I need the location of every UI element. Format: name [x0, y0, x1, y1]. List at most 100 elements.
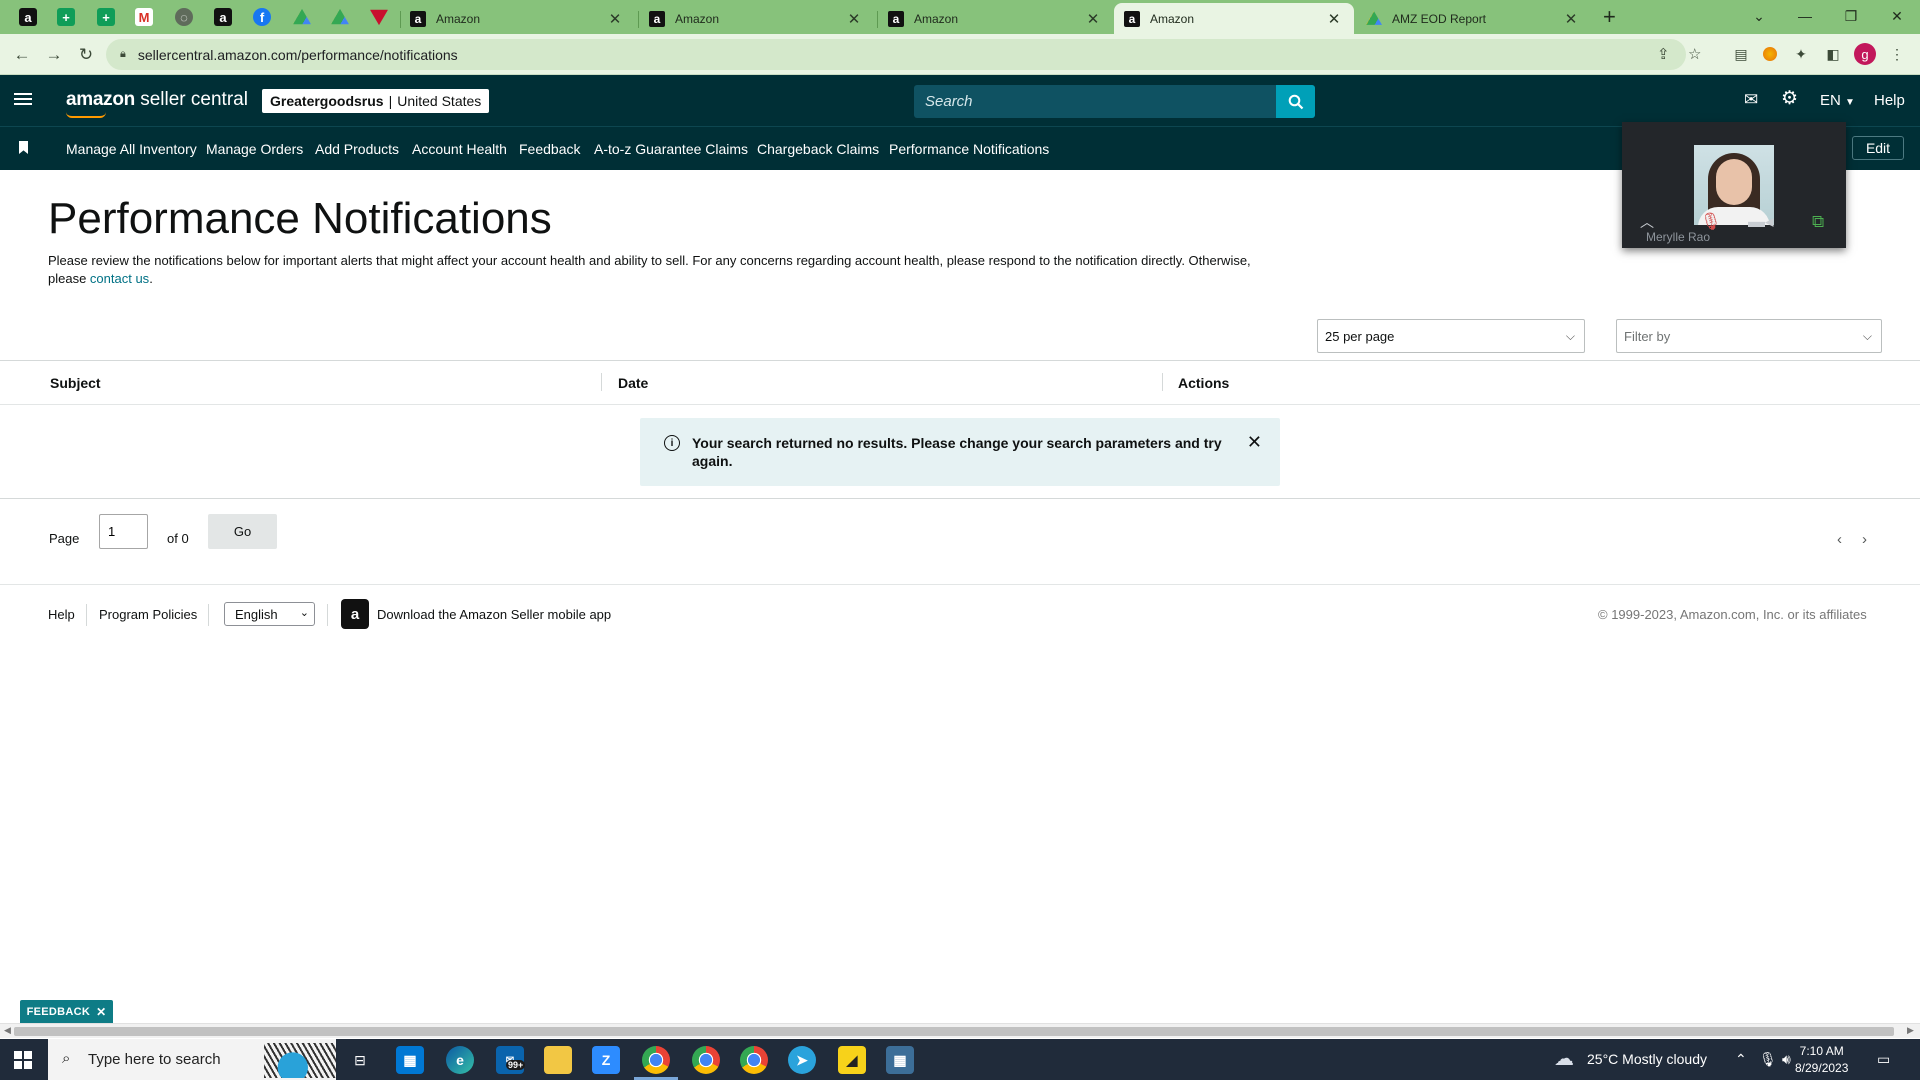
tab-amz-eod-report[interactable]: AMZ EOD Report ✕: [1356, 3, 1591, 34]
mail-icon[interactable]: ✉: [1744, 90, 1758, 110]
hamburger-menu-icon[interactable]: [14, 90, 32, 108]
close-icon[interactable]: ✕: [96, 1005, 106, 1019]
pinned-tab-generic[interactable]: ◌: [168, 4, 200, 30]
video-call-overlay[interactable]: ︿ 🎙︎ ▬◂ ⧉ Merylle Rao: [1622, 122, 1846, 248]
tab-amazon-2[interactable]: a Amazon ✕: [639, 3, 874, 34]
reload-button[interactable]: ↻: [72, 41, 100, 69]
nav-account-health[interactable]: Account Health: [412, 141, 507, 157]
chrome-profile-2-icon[interactable]: [740, 1046, 768, 1074]
tab-search-chevron-icon[interactable]: ⌄: [1736, 0, 1782, 32]
page-number-input[interactable]: [99, 514, 148, 549]
close-icon[interactable]: ✕: [1326, 10, 1342, 28]
nav-chargeback-claims[interactable]: Chargeback Claims: [757, 141, 879, 157]
go-button[interactable]: Go: [208, 514, 277, 549]
profile-avatar[interactable]: g: [1854, 43, 1876, 65]
close-icon[interactable]: ✕: [1247, 432, 1262, 453]
new-tab-button[interactable]: +: [1603, 4, 1616, 30]
back-button[interactable]: ←: [8, 41, 36, 69]
calculator-icon[interactable]: ▦: [886, 1046, 914, 1074]
language-selector[interactable]: EN ▼: [1820, 92, 1855, 109]
forward-button[interactable]: →: [40, 41, 68, 69]
extension-off-icon[interactable]: ▤: [1730, 43, 1752, 65]
store-selector[interactable]: Greatergoodsrus | United States: [262, 89, 490, 113]
column-header-date[interactable]: Date: [618, 375, 648, 391]
share-icon[interactable]: ⇪: [1657, 45, 1670, 63]
chevron-left-icon[interactable]: ‹: [1837, 531, 1842, 548]
close-icon[interactable]: ✕: [846, 10, 862, 28]
program-policies-link[interactable]: Program Policies: [99, 607, 197, 622]
pinned-tab-sheets-2[interactable]: +: [90, 4, 122, 30]
pinned-tab-amazon[interactable]: a: [12, 4, 44, 30]
minimize-button[interactable]: —: [1782, 0, 1828, 32]
chrome-profile-icon[interactable]: [692, 1046, 720, 1074]
close-icon[interactable]: ✕: [1085, 10, 1101, 28]
sticky-notes-icon[interactable]: ◢: [838, 1046, 866, 1074]
chevron-up-icon[interactable]: ⌃: [1735, 1051, 1747, 1068]
telegram-icon[interactable]: ➤: [788, 1046, 816, 1074]
pinned-tab-drive[interactable]: [286, 4, 318, 30]
zoom-icon[interactable]: Z: [592, 1046, 620, 1074]
search-button[interactable]: [1276, 85, 1315, 118]
taskbar-search[interactable]: ⌕ Type here to search: [48, 1039, 336, 1080]
footer-help-link[interactable]: Help: [48, 607, 75, 622]
nav-performance-notifications[interactable]: Performance Notifications: [889, 141, 1049, 157]
mail-app-icon[interactable]: ✉ 99+: [496, 1046, 526, 1074]
scroll-right-icon[interactable]: ▶: [1907, 1025, 1914, 1036]
download-app-link[interactable]: Download the Amazon Seller mobile app: [377, 607, 611, 622]
global-search[interactable]: Search: [914, 85, 1315, 118]
chrome-icon[interactable]: [642, 1046, 670, 1074]
maximize-button[interactable]: ❐: [1828, 0, 1874, 32]
feedback-tab[interactable]: FEEDBACK ✕: [20, 1000, 113, 1024]
close-icon[interactable]: ✕: [1563, 10, 1579, 28]
microphone-icon[interactable]: 🎙︎: [1759, 1051, 1777, 1068]
filter-select[interactable]: Filter by ⌵: [1616, 319, 1882, 353]
edge-icon[interactable]: e: [446, 1046, 474, 1074]
close-icon[interactable]: ✕: [607, 10, 623, 28]
weather-text[interactable]: 25°C Mostly cloudy: [1587, 1051, 1707, 1067]
address-bar[interactable]: 🔒︎ sellercentral.amazon.com/performance/…: [106, 39, 1686, 70]
microsoft-store-icon[interactable]: ▦: [396, 1046, 424, 1074]
per-page-select[interactable]: 25 per page ⌵: [1317, 319, 1585, 353]
puzzle-icon[interactable]: ✦: [1790, 43, 1812, 65]
column-header-subject[interactable]: Subject: [50, 375, 101, 391]
scrollbar-thumb[interactable]: [14, 1027, 1894, 1036]
tab-amazon-active[interactable]: a Amazon ✕: [1114, 3, 1354, 34]
clock[interactable]: 7:10 AM 8/29/2023: [1795, 1043, 1848, 1077]
nav-feedback[interactable]: Feedback: [519, 141, 580, 157]
pinned-tab-facebook[interactable]: f: [246, 4, 278, 30]
nav-add-products[interactable]: Add Products: [315, 141, 399, 157]
scroll-left-icon[interactable]: ◀: [4, 1025, 11, 1036]
popout-icon[interactable]: ⧉: [1812, 212, 1824, 232]
help-link[interactable]: Help: [1874, 92, 1905, 109]
pinned-tab-vivaldi[interactable]: [363, 4, 395, 30]
nav-manage-orders[interactable]: Manage Orders: [206, 141, 303, 157]
pinned-tab-gmail[interactable]: M: [128, 4, 160, 30]
file-explorer-icon[interactable]: [544, 1046, 572, 1074]
side-panel-icon[interactable]: ◧: [1822, 43, 1844, 65]
more-menu-icon[interactable]: ⋮: [1886, 43, 1908, 65]
windows-start-icon[interactable]: [14, 1051, 32, 1069]
search-input[interactable]: Search: [914, 93, 1276, 110]
camera-icon[interactable]: ▬◂: [1748, 212, 1774, 232]
seller-central-logo[interactable]: amazon seller central: [66, 89, 248, 118]
horizontal-scrollbar[interactable]: ◀ ▶: [0, 1023, 1920, 1038]
pinned-tab-amazon-2[interactable]: a: [207, 4, 239, 30]
bookmark-icon[interactable]: [19, 141, 28, 154]
nav-a-to-z-claims[interactable]: A-to-z Guarantee Claims: [594, 141, 748, 157]
bookmark-star-icon[interactable]: ☆: [1688, 45, 1701, 63]
extension-color-icon[interactable]: [1759, 43, 1781, 65]
speaker-icon[interactable]: 🔊︎: [1782, 1051, 1791, 1068]
pinned-tab-sheets[interactable]: +: [50, 4, 82, 30]
mic-muted-icon[interactable]: 🎙︎: [1700, 212, 1722, 232]
nav-manage-all-inventory[interactable]: Manage All Inventory: [66, 141, 197, 157]
footer-language-select[interactable]: English ⌄: [224, 602, 315, 626]
chevron-right-icon[interactable]: ›: [1862, 531, 1867, 548]
tab-amazon-3[interactable]: a Amazon ✕: [878, 3, 1113, 34]
chevron-up-icon[interactable]: ︿: [1640, 212, 1654, 232]
task-view-icon[interactable]: ⊟: [346, 1046, 374, 1074]
close-window-button[interactable]: ✕: [1874, 0, 1920, 32]
notifications-icon[interactable]: ▭: [1877, 1051, 1890, 1068]
amazon-seller-app-icon[interactable]: a: [341, 599, 369, 629]
pinned-tab-drive-2[interactable]: [324, 4, 356, 30]
edit-bookmarks-button[interactable]: Edit: [1852, 136, 1904, 160]
